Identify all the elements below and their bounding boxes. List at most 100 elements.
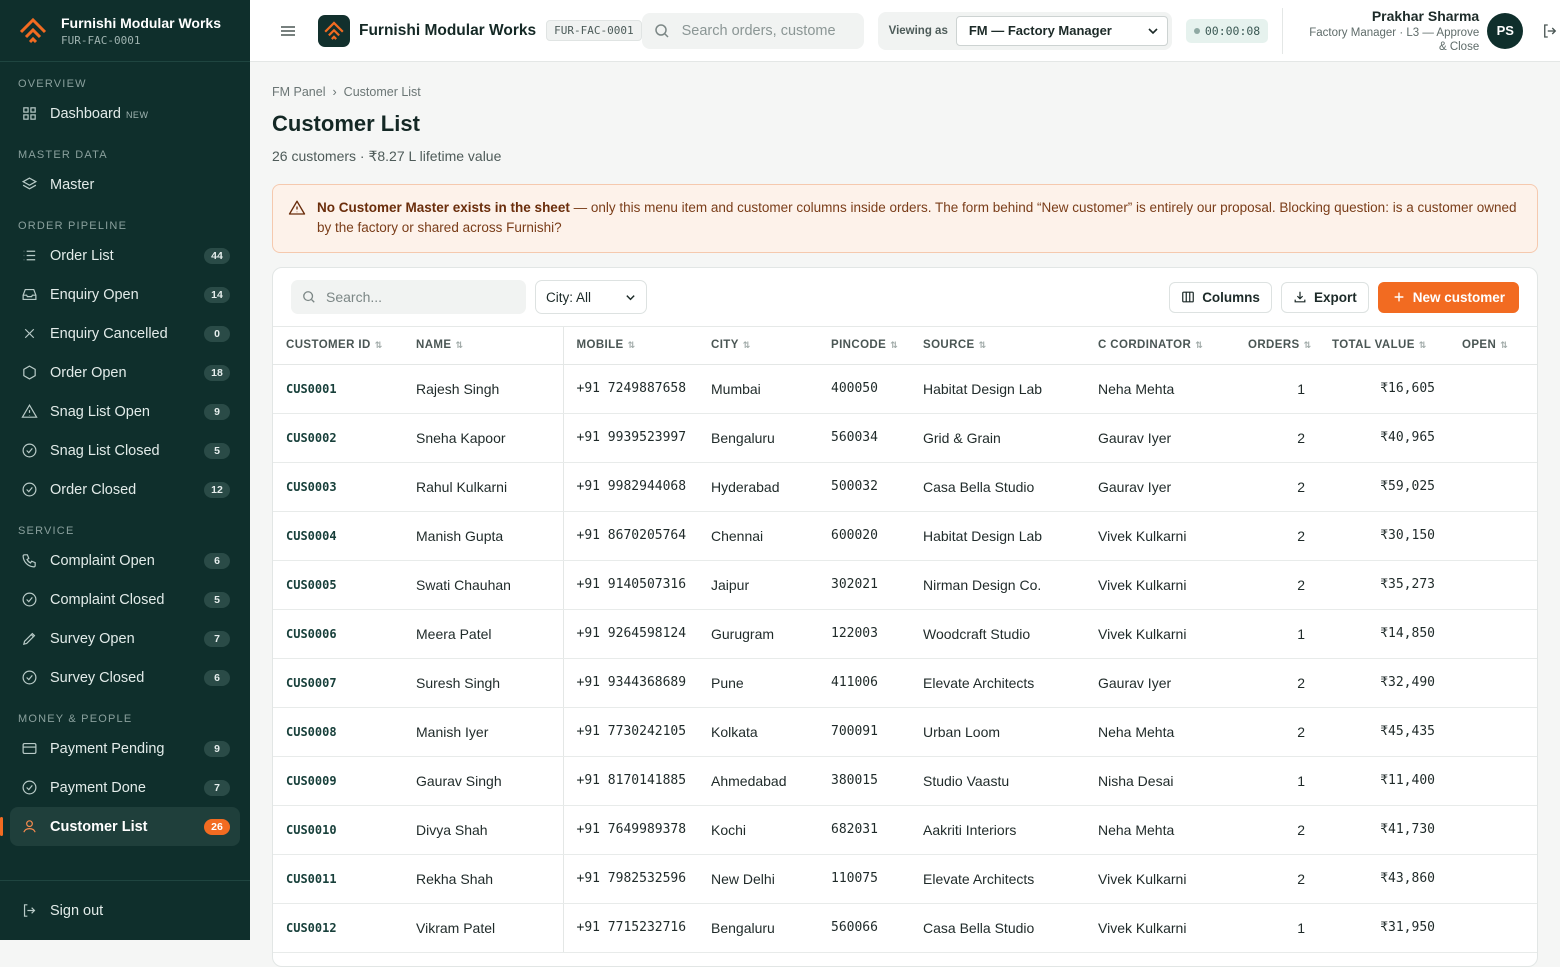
- table-row[interactable]: CUS0008 Manish Iyer +91 7730242105 Kolkata 7…: [273, 707, 1537, 757]
- logout-icon[interactable]: [1541, 22, 1559, 40]
- sidebar-item-payment-pending[interactable]: Payment Pending 9: [10, 729, 240, 768]
- sidebar-item-payment-done[interactable]: Payment Done 7: [10, 768, 240, 807]
- column-header-city[interactable]: CITY ⇅: [698, 327, 818, 365]
- sidebar-item-order-closed[interactable]: Order Closed 12: [10, 470, 240, 509]
- column-header-source[interactable]: SOURCE ⇅: [910, 327, 1085, 365]
- brand-name: Furnishi Modular Works: [61, 14, 221, 31]
- sidebar-item-count: 9: [204, 740, 230, 757]
- sidebar-item-enquiry-open[interactable]: Enquiry Open 14: [10, 275, 240, 314]
- header-logo-icon: [318, 14, 350, 47]
- column-header-open[interactable]: OPEN ⇅: [1449, 327, 1537, 365]
- customer-id-cell[interactable]: CUS0009: [273, 756, 403, 806]
- user-role-line2: & Close: [1438, 40, 1480, 53]
- open-cell: [1449, 756, 1537, 806]
- sidebar-item-complaint-closed[interactable]: Complaint Closed 5: [10, 580, 240, 619]
- column-header-mobile[interactable]: MOBILE ⇅: [563, 327, 698, 365]
- name-cell: Manish Iyer: [403, 707, 564, 757]
- total-value-cell: ₹16,605: [1319, 364, 1449, 414]
- column-header-customer-id[interactable]: CUSTOMER ID ⇅: [273, 327, 403, 365]
- open-cell: [1449, 511, 1537, 561]
- sidebar-brand[interactable]: Furnishi Modular Works FUR-FAC-0001: [0, 0, 250, 62]
- sidebar-item-order-open[interactable]: Order Open 18: [10, 353, 240, 392]
- customer-id-cell[interactable]: CUS0012: [273, 903, 403, 953]
- mobile-cell: +91 9344368689: [563, 658, 698, 708]
- orders-cell: 1: [1235, 364, 1319, 414]
- city-filter-select[interactable]: City: All: [535, 280, 647, 314]
- source-cell: Woodcraft Studio: [910, 609, 1085, 659]
- customer-id-cell[interactable]: CUS0011: [273, 854, 403, 904]
- sidebar-item-master[interactable]: Master: [10, 165, 240, 204]
- mobile-cell: +91 9982944068: [563, 462, 698, 512]
- table-row[interactable]: CUS0009 Gaurav Singh +91 8170141885 Ahmedab…: [273, 756, 1537, 806]
- sidebar-item-snag-list-closed[interactable]: Snag List Closed 5: [10, 431, 240, 470]
- columns-button[interactable]: Columns: [1169, 281, 1272, 313]
- name-cell: Suresh Singh: [403, 658, 564, 708]
- table-row[interactable]: CUS0005 Swati Chauhan +91 9140507316 Jaipur…: [273, 560, 1537, 610]
- city-cell: Kochi: [698, 805, 818, 855]
- customer-id-cell[interactable]: CUS0007: [273, 658, 403, 708]
- customer-id-cell[interactable]: CUS0001: [273, 364, 403, 414]
- sidebar-item-customer-list[interactable]: Customer List 26: [0, 807, 240, 846]
- customer-id-cell[interactable]: CUS0002: [273, 413, 403, 463]
- total-value-cell: ₹45,435: [1319, 707, 1449, 757]
- customer-id-cell[interactable]: CUS0010: [273, 805, 403, 855]
- customer-id-cell[interactable]: CUS0004: [273, 511, 403, 561]
- sidebar-item-label: Payment Done: [50, 779, 146, 796]
- total-value-cell: ₹32,490: [1319, 658, 1449, 708]
- table-row[interactable]: CUS0003 Rahul Kulkarni +91 9982944068 Hyder…: [273, 462, 1537, 512]
- avatar[interactable]: PS: [1487, 12, 1524, 49]
- sidebar-item-complaint-open[interactable]: Complaint Open 6: [10, 541, 240, 580]
- column-header-name[interactable]: NAME ⇅: [403, 327, 564, 365]
- table-row[interactable]: CUS0007 Suresh Singh +91 9344368689 Pune 411…: [273, 658, 1537, 708]
- breadcrumb-parent[interactable]: FM Panel: [272, 85, 326, 99]
- orders-cell: 2: [1235, 462, 1319, 512]
- name-cell: Swati Chauhan: [403, 560, 564, 610]
- menu-toggle-icon[interactable]: [278, 21, 298, 41]
- sort-icon: ⇅: [890, 340, 899, 351]
- sidebar-item-order-list[interactable]: Order List 44: [10, 236, 240, 275]
- alert-title: No Customer Master exists in the sheet: [317, 200, 570, 215]
- sidebar-item-label: Order List: [50, 247, 114, 264]
- sidebar-item-count: 44: [204, 247, 230, 264]
- sign-out-button[interactable]: Sign out: [10, 891, 240, 930]
- table-row[interactable]: CUS0002 Sneha Kapoor +91 9939523997 Bengalu…: [273, 413, 1537, 463]
- customer-id-cell[interactable]: CUS0003: [273, 462, 403, 512]
- sidebar-item-survey-open[interactable]: Survey Open 7: [10, 619, 240, 658]
- role-select[interactable]: FM — Factory Manager: [955, 15, 1168, 46]
- customer-id-cell[interactable]: CUS0005: [273, 560, 403, 610]
- coordinator-cell: Vivek Kulkarni: [1085, 609, 1235, 659]
- table-search-input[interactable]: Search...: [291, 280, 526, 314]
- column-header-total-value[interactable]: TOTAL VALUE ⇅: [1319, 327, 1449, 365]
- orders-cell: 2: [1235, 413, 1319, 463]
- new-customer-button[interactable]: New customer: [1377, 281, 1519, 313]
- list-icon: [20, 247, 38, 265]
- column-header-orders[interactable]: ORDERS ⇅: [1235, 327, 1319, 365]
- column-header-pincode[interactable]: PINCODE ⇅: [818, 327, 910, 365]
- orders-cell: 2: [1235, 854, 1319, 904]
- table-row[interactable]: CUS0006 Meera Patel +91 9264598124 Gurugram…: [273, 609, 1537, 659]
- sidebar-item-dashboard[interactable]: Dashboard NEW: [10, 94, 240, 133]
- table-row[interactable]: CUS0001 Rajesh Singh +91 7249887658 Mumbai 4…: [273, 364, 1537, 414]
- customer-id-cell[interactable]: CUS0006: [273, 609, 403, 659]
- table-row[interactable]: CUS0012 Vikram Patel +91 7715232716 Bengalu…: [273, 903, 1537, 953]
- sidebar-item-survey-closed[interactable]: Survey Closed 6: [10, 658, 240, 697]
- sidebar-section-label: SERVICE: [18, 525, 75, 537]
- table-row[interactable]: CUS0011 Rekha Shah +91 7982532596 New Delhi…: [273, 854, 1537, 904]
- total-value-cell: ₹59,025: [1319, 462, 1449, 512]
- global-search-input[interactable]: Search orders, custome: [641, 12, 864, 49]
- coordinator-cell: Gaurav Iyer: [1085, 413, 1235, 463]
- check-circle-icon: [20, 591, 38, 609]
- table-row[interactable]: CUS0010 Divya Shah +91 7649989378 Kochi 6820…: [273, 805, 1537, 855]
- name-cell: Rekha Shah: [403, 854, 564, 904]
- sidebar-item-snag-list-open[interactable]: Snag List Open 9: [10, 392, 240, 431]
- sidebar-item-enquiry-cancelled[interactable]: Enquiry Cancelled 0: [10, 314, 240, 353]
- mobile-cell: +91 7982532596: [563, 854, 698, 904]
- breadcrumb-current: Customer List: [343, 85, 421, 99]
- export-button[interactable]: Export: [1280, 281, 1369, 313]
- table-row[interactable]: CUS0004 Manish Gupta +91 8670205764 Chennai…: [273, 511, 1537, 561]
- city-cell: Jaipur: [698, 560, 818, 610]
- sort-icon: ⇅: [1500, 340, 1509, 351]
- column-header-c-cordinator[interactable]: C CORDINATOR ⇅: [1085, 327, 1235, 365]
- new-customer-label: New customer: [1412, 289, 1505, 305]
- customer-id-cell[interactable]: CUS0008: [273, 707, 403, 757]
